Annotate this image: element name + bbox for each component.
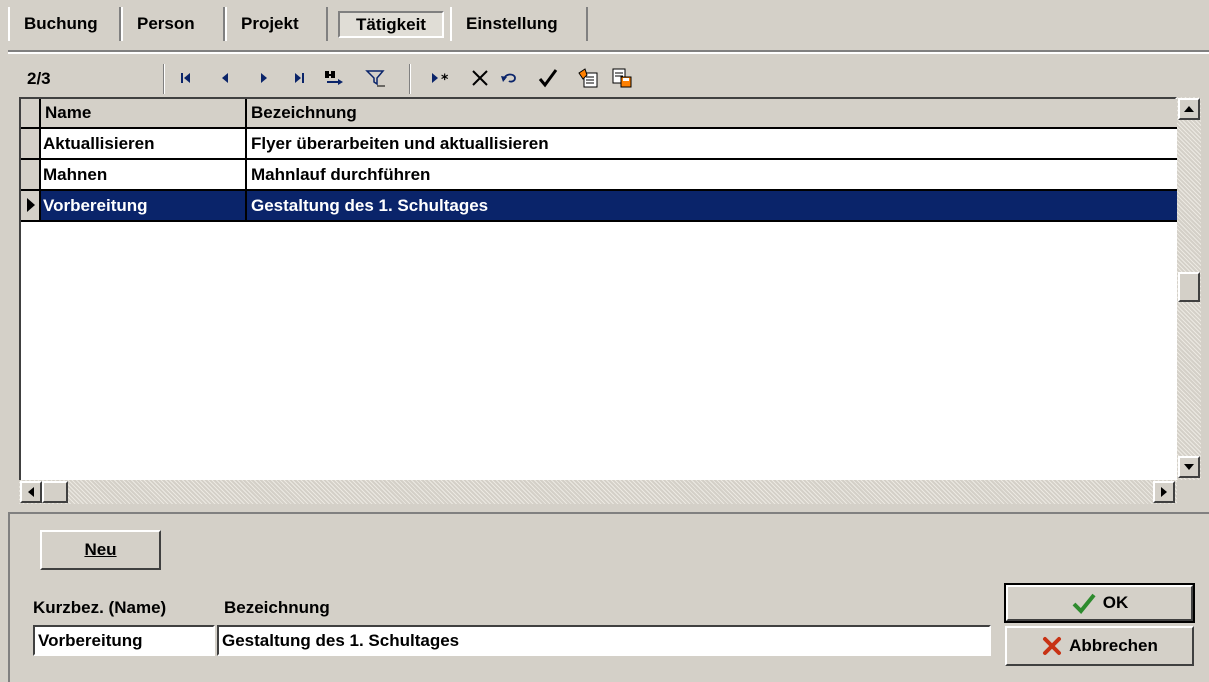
copy-icon[interactable] xyxy=(574,64,602,92)
toolbar-separator xyxy=(163,64,165,94)
cell-name[interactable]: Vorbereitung xyxy=(41,191,247,222)
row-indicator[interactable] xyxy=(21,160,41,191)
prev-record-icon[interactable] xyxy=(211,64,239,92)
find-icon[interactable] xyxy=(320,64,348,92)
arrow-right-icon xyxy=(1161,487,1167,497)
cancel-x-icon xyxy=(1043,637,1062,655)
tab-taetigkeit[interactable]: Tätigkeit xyxy=(334,7,448,41)
vertical-scrollbar[interactable] xyxy=(1177,97,1201,480)
tab-projekt[interactable]: Projekt xyxy=(225,7,328,41)
tab-einstellung[interactable]: Einstellung xyxy=(450,7,588,41)
scroll-right-button[interactable] xyxy=(1153,481,1175,503)
svg-text:*: * xyxy=(441,72,449,85)
row-indicator[interactable] xyxy=(21,129,41,160)
scroll-thumb[interactable] xyxy=(42,481,68,503)
cancel-button-label: Abbrechen xyxy=(1069,636,1158,655)
new-button-label: Neu xyxy=(84,540,117,559)
undo-icon[interactable] xyxy=(495,64,523,92)
short-name-label: Kurzbez. (Name) xyxy=(33,598,167,617)
new-record-icon[interactable]: * xyxy=(428,64,456,92)
tab-label: Projekt xyxy=(241,14,299,33)
grid-header-indicator xyxy=(21,99,41,129)
tab-label: Einstellung xyxy=(466,14,558,33)
filter-icon[interactable] xyxy=(362,64,390,92)
scroll-down-button[interactable] xyxy=(1178,456,1200,478)
table-row[interactable]: Aktuallisieren Flyer überarbeiten und ak… xyxy=(21,129,1177,160)
ok-button[interactable]: OK xyxy=(1004,583,1195,623)
last-record-icon[interactable] xyxy=(285,64,313,92)
description-label: Bezeichnung xyxy=(224,598,330,617)
scroll-up-button[interactable] xyxy=(1178,98,1200,120)
arrow-down-icon xyxy=(1184,464,1194,470)
table-row-selected[interactable]: Vorbereitung Gestaltung des 1. Schultage… xyxy=(21,191,1177,222)
cell-name[interactable]: Aktuallisieren xyxy=(41,129,247,160)
scroll-left-button[interactable] xyxy=(20,481,42,503)
scroll-thumb[interactable] xyxy=(1178,272,1200,302)
paste-icon[interactable] xyxy=(608,64,636,92)
row-indicator[interactable] xyxy=(21,191,41,222)
cell-name[interactable]: Mahnen xyxy=(41,160,247,191)
column-header-bezeichnung[interactable]: Bezeichnung xyxy=(247,99,1177,129)
next-record-icon[interactable] xyxy=(250,64,278,92)
first-record-icon[interactable] xyxy=(172,64,200,92)
column-header-name[interactable]: Name xyxy=(41,99,247,129)
data-grid[interactable]: Name Bezeichnung Aktuallisieren Flyer üb… xyxy=(19,97,1177,504)
cell-bezeichnung[interactable]: Gestaltung des 1. Schultages xyxy=(247,191,1177,222)
toolbar-separator xyxy=(409,64,411,94)
current-row-arrow-icon xyxy=(27,198,35,212)
arrow-up-icon xyxy=(1184,106,1194,112)
horizontal-scrollbar[interactable] xyxy=(19,480,1177,504)
delete-icon[interactable] xyxy=(466,64,494,92)
short-name-field[interactable]: Vorbereitung xyxy=(33,625,215,656)
record-position: 2/3 xyxy=(27,69,51,88)
tab-label: Person xyxy=(137,14,195,33)
new-button[interactable]: Neu xyxy=(40,530,161,570)
cell-bezeichnung[interactable]: Flyer überarbeiten und aktuallisieren xyxy=(247,129,1177,160)
table-row[interactable]: Mahnen Mahnlauf durchführen xyxy=(21,160,1177,191)
tab-buchung[interactable]: Buchung xyxy=(8,7,121,41)
arrow-left-icon xyxy=(28,487,34,497)
tab-divider xyxy=(8,50,1209,54)
cell-bezeichnung[interactable]: Mahnlauf durchführen xyxy=(247,160,1177,191)
tab-person[interactable]: Person xyxy=(121,7,225,41)
tab-label: Buchung xyxy=(24,14,98,33)
cancel-button[interactable]: Abbrechen xyxy=(1005,626,1194,666)
description-field[interactable]: Gestaltung des 1. Schultages xyxy=(217,625,991,656)
tab-label: Tätigkeit xyxy=(338,11,444,38)
save-check-icon[interactable] xyxy=(534,64,562,92)
